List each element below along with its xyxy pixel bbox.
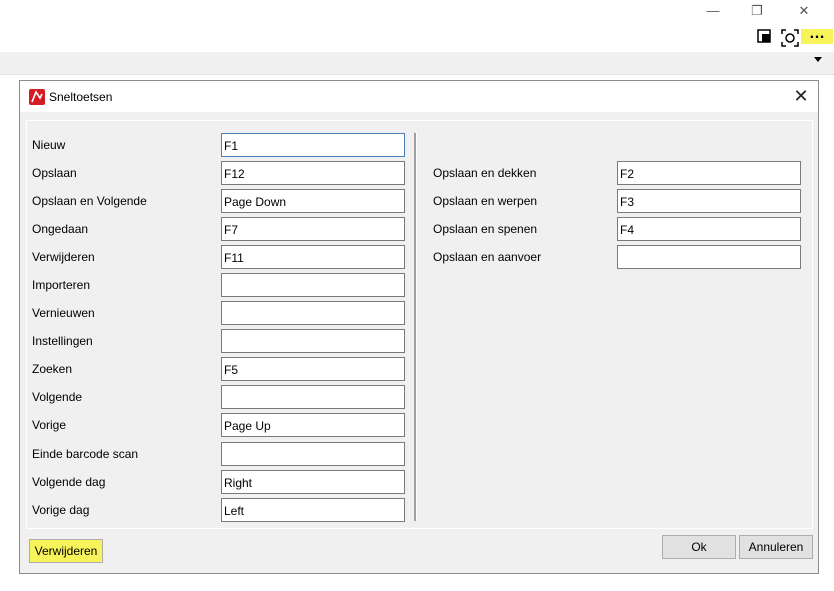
label-opslaan: Opslaan [32, 166, 77, 180]
label-volgende: Volgende [32, 390, 83, 404]
delete-button[interactable]: Verwijderen [29, 539, 103, 563]
minimize-button[interactable]: — [698, 2, 728, 20]
screenshot-icon[interactable] [781, 29, 799, 47]
shortcut-field-opslaan-en-dekken[interactable] [617, 161, 801, 185]
label-opslaan-en-volgende: Opslaan en Volgende [32, 194, 147, 208]
shortcut-field-volgende[interactable] [221, 385, 405, 409]
shortcut-field-instellingen[interactable] [221, 329, 405, 353]
shortcuts-dialog: Sneltoetsen ✕ Nieuw Opslaan Opslaan en V… [19, 80, 819, 574]
shortcut-field-nieuw[interactable] [221, 133, 405, 157]
shortcut-field-volgende-dag[interactable] [221, 470, 405, 494]
ok-button[interactable]: Ok [662, 535, 736, 559]
more-options-icon[interactable]: … [801, 26, 833, 44]
label-einde-barcode-scan: Einde barcode scan [32, 447, 139, 461]
shortcut-field-opslaan-en-aanvoer[interactable] [617, 245, 801, 269]
label-volgende-dag: Volgende dag [32, 475, 106, 489]
label-nieuw: Nieuw [32, 138, 66, 152]
label-instellingen: Instellingen [32, 334, 93, 348]
dialog-title: Sneltoetsen [49, 90, 113, 104]
chevron-down-icon[interactable] [814, 57, 822, 62]
window-close-button[interactable]: ✕ [789, 2, 819, 20]
label-vorige-dag: Vorige dag [32, 503, 90, 517]
app-icon [29, 89, 45, 105]
shortcut-field-vernieuwen[interactable] [221, 301, 405, 325]
restore-button[interactable]: ❐ [742, 2, 772, 20]
label-zoeken: Zoeken [32, 362, 73, 376]
shortcut-field-opslaan[interactable] [221, 161, 405, 185]
shortcut-field-opslaan-en-volgende[interactable] [221, 189, 405, 213]
panel-icon[interactable] [757, 29, 771, 45]
label-opslaan-en-dekken: Opslaan en dekken [433, 166, 537, 180]
shortcut-field-opslaan-en-spenen[interactable] [617, 217, 801, 241]
label-vernieuwen: Vernieuwen [32, 306, 95, 320]
close-icon[interactable]: ✕ [792, 87, 810, 105]
label-vorige: Vorige [32, 418, 67, 432]
dialog-titlebar: Sneltoetsen ✕ [20, 81, 818, 112]
label-opslaan-en-werpen: Opslaan en werpen [433, 194, 538, 208]
label-ongedaan: Ongedaan [32, 222, 89, 236]
shortcut-field-opslaan-en-werpen[interactable] [617, 189, 801, 213]
shortcut-field-ongedaan[interactable] [221, 217, 405, 241]
cancel-button[interactable]: Annuleren [739, 535, 813, 559]
shortcut-field-zoeken[interactable] [221, 357, 405, 381]
label-opslaan-en-spenen: Opslaan en spenen [433, 222, 538, 236]
shortcut-field-verwijderen[interactable] [221, 245, 405, 269]
shortcut-field-vorige-dag[interactable] [221, 498, 405, 522]
label-importeren: Importeren [32, 278, 91, 292]
toolbar-strip [0, 52, 834, 75]
label-opslaan-en-aanvoer: Opslaan en aanvoer [433, 250, 542, 264]
shortcut-field-vorige[interactable] [221, 413, 405, 437]
column-divider [414, 133, 417, 521]
shortcut-field-einde-barcode-scan[interactable] [221, 442, 405, 466]
label-verwijderen: Verwijderen [32, 250, 95, 264]
shortcut-field-importeren[interactable] [221, 273, 405, 297]
